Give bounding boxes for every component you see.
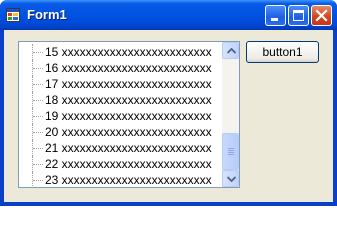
scroll-down-button[interactable] (222, 170, 239, 187)
tree-line (33, 84, 43, 85)
maximize-button[interactable] (288, 5, 309, 26)
tree-line (33, 100, 43, 101)
close-icon (315, 9, 328, 22)
tree-line (33, 180, 43, 181)
tree-line (33, 68, 43, 69)
tree-line (33, 52, 43, 53)
arrow-up-icon (227, 48, 236, 54)
scroll-thumb[interactable] (222, 133, 239, 170)
tree-line (33, 116, 43, 117)
button1[interactable]: button1 (246, 41, 319, 63)
window-title: Form1 (27, 7, 67, 22)
tree-node-label: 16 xxxxxxxxxxxxxxxxxxxxxxxxx (45, 61, 212, 75)
title-bar[interactable]: Form1 (0, 0, 337, 30)
tree-view[interactable]: 15 xxxxxxxxxxxxxxxxxxxxxxxxx 16 xxxxxxxx… (18, 41, 240, 188)
tree-line (33, 164, 43, 165)
tree-node-label: 19 xxxxxxxxxxxxxxxxxxxxxxxxx (45, 109, 212, 123)
close-button[interactable] (311, 5, 332, 26)
tree-node-label: 22 xxxxxxxxxxxxxxxxxxxxxxxxx (45, 157, 212, 171)
tree-node-label: 17 xxxxxxxxxxxxxxxxxxxxxxxxx (45, 77, 212, 91)
tree-line (33, 148, 43, 149)
tree-node-label: 23 xxxxxxxxxxxxxxxxxxxxxxxxx (45, 173, 212, 187)
tree-node-label: 20 xxxxxxxxxxxxxxxxxxxxxxxxx (45, 125, 212, 139)
tree-node-label: 15 xxxxxxxxxxxxxxxxxxxxxxxxx (45, 45, 212, 59)
arrow-down-icon (227, 176, 236, 182)
scroll-up-button[interactable] (222, 42, 239, 59)
tree-node-label: 21 xxxxxxxxxxxxxxxxxxxxxxxxx (45, 141, 212, 155)
maximize-icon (293, 10, 304, 21)
thumb-grip (228, 148, 234, 149)
tree-line (33, 132, 43, 133)
tree-node-label: 18 xxxxxxxxxxxxxxxxxxxxxxxxx (45, 93, 212, 107)
form-client-area: 15 xxxxxxxxxxxxxxxxxxxxxxxxx 16 xxxxxxxx… (4, 30, 333, 202)
form1-window: Form1 15 xxxxxxxxxxxxxxxxxxxxxxxxx 16 xx… (0, 0, 337, 206)
thumb-grip (228, 154, 234, 155)
minimize-icon (271, 18, 278, 21)
thumb-grip (228, 152, 234, 153)
app-window-icon[interactable] (6, 8, 20, 22)
vertical-scrollbar[interactable] (222, 42, 239, 187)
minimize-button[interactable] (265, 5, 286, 26)
thumb-grip (228, 150, 234, 151)
